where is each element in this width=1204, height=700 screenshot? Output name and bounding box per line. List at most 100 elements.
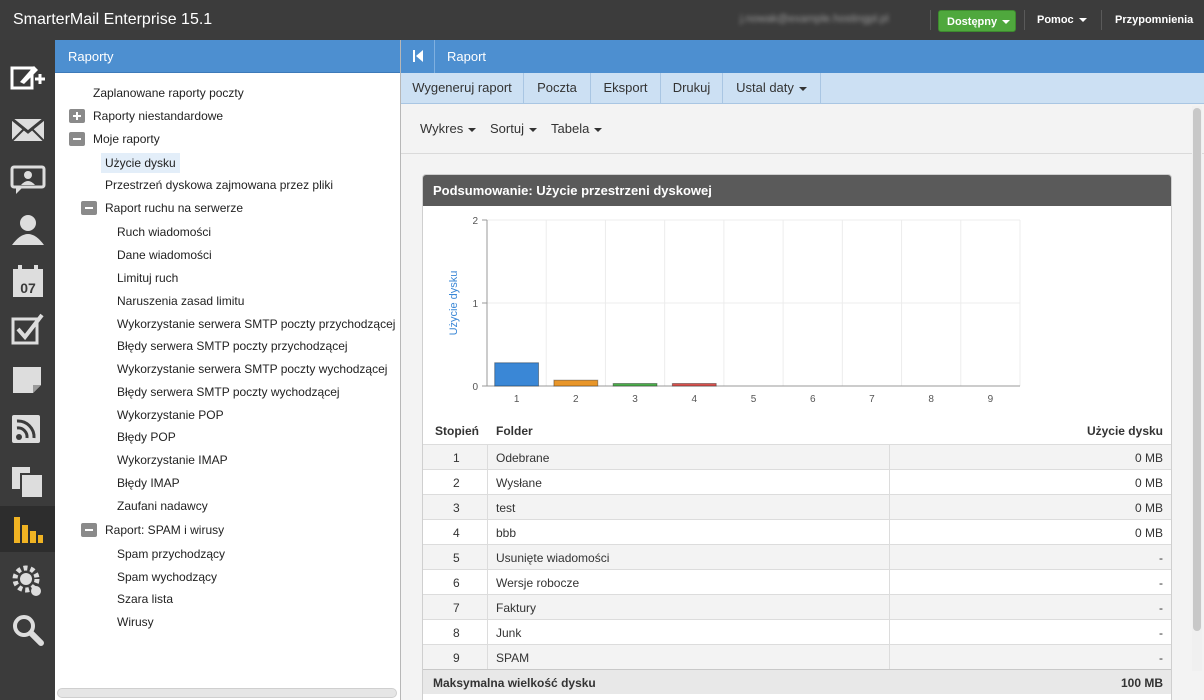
tree-item[interactable]: Wykorzystanie IMAP <box>117 450 228 470</box>
x-tick-label: 1 <box>514 394 520 405</box>
chevron-down-icon <box>528 127 537 132</box>
table-row[interactable]: 7 Faktury - <box>423 594 1171 619</box>
cell-divider <box>487 445 488 469</box>
contacts-icon[interactable] <box>0 206 55 252</box>
tree-item[interactable]: Błędy serwera SMTP poczty przychodzącej <box>117 336 348 356</box>
table-row[interactable]: 5 Usunięte wiadomości - <box>423 544 1171 569</box>
table-row[interactable]: 6 Wersje robocze - <box>423 569 1171 594</box>
cell-divider <box>487 470 488 494</box>
tree-item[interactable]: Wykorzystanie serwera SMTP poczty przych… <box>117 314 395 334</box>
table-row[interactable]: 3 test 0 MB <box>423 494 1171 519</box>
table-row[interactable]: 2 Wysłane 0 MB <box>423 469 1171 494</box>
tree-item-my-reports[interactable]: Moje raporty <box>93 129 160 149</box>
tree-item[interactable]: Limituj ruch <box>117 268 178 288</box>
tree-item[interactable]: Ruch wiadomości <box>117 222 211 242</box>
collapse-icon[interactable] <box>81 201 97 215</box>
sort-dropdown[interactable]: Sortuj <box>490 121 537 136</box>
usage-cell: - <box>1159 601 1163 615</box>
top-bar: SmarterMail Enterprise 15.1 j.nowak@exam… <box>0 0 1204 40</box>
calendar-icon[interactable]: 07 <box>0 256 55 302</box>
table-row[interactable]: 4 bbb 0 MB <box>423 519 1171 544</box>
rank-cell: 1 <box>453 451 460 465</box>
rank-cell: 7 <box>453 601 460 615</box>
table-row[interactable]: 8 Junk - <box>423 619 1171 644</box>
tree-item-server-traffic[interactable]: Raport ruchu na serwerze <box>105 198 243 218</box>
folder-cell: Wysłane <box>496 476 542 490</box>
main-header: Raport <box>401 40 1204 73</box>
set-dates-dropdown[interactable]: Ustal daty <box>723 73 821 103</box>
notes-icon[interactable] <box>0 356 55 402</box>
mail-button[interactable]: Poczta <box>524 73 591 103</box>
mail-icon[interactable] <box>0 106 55 152</box>
cell-divider <box>889 595 890 619</box>
export-button[interactable]: Eksport <box>591 73 661 103</box>
tree-item[interactable]: Dane wiadomości <box>117 245 212 265</box>
cell-divider <box>487 645 488 669</box>
col-folder[interactable]: Folder <box>496 424 533 438</box>
table-header: Stopień Folder Użycie dysku <box>423 419 1171 444</box>
tree-item-disk-usage[interactable]: Użycie dysku <box>101 153 180 173</box>
cell-divider <box>487 595 488 619</box>
tree-item[interactable]: Wirusy <box>117 612 154 632</box>
tree-item[interactable]: Zaufani nadawcy <box>117 496 208 516</box>
usage-cell: - <box>1159 551 1163 565</box>
icon-bar-footer <box>0 658 55 700</box>
tree-item[interactable]: Błędy POP <box>117 427 176 447</box>
folder-cell: test <box>496 501 516 515</box>
rank-cell: 8 <box>453 626 460 640</box>
vertical-scrollbar[interactable] <box>1192 106 1202 671</box>
rss-icon[interactable] <box>0 406 55 452</box>
tree-item[interactable]: Spam wychodzący <box>117 567 217 587</box>
search-icon[interactable] <box>0 606 55 652</box>
tree-item-file-storage[interactable]: Przestrzeń dyskowa zajmowana przez pliki <box>105 175 333 195</box>
col-rank[interactable]: Stopień <box>435 424 479 438</box>
divider <box>1024 10 1025 30</box>
tree-item[interactable]: Naruszenia zasad limitu <box>117 291 244 311</box>
help-menu[interactable]: Pomoc <box>1037 14 1087 26</box>
reminders-link[interactable]: Przypomnienia <box>1115 14 1193 26</box>
col-disk-usage[interactable]: Użycie dysku <box>1087 424 1163 438</box>
generate-report-button[interactable]: Wygeneruj raport <box>401 73 524 103</box>
horizontal-scrollbar[interactable] <box>57 688 397 698</box>
cell-divider <box>889 645 890 669</box>
reports-icon[interactable] <box>0 506 55 552</box>
tree-item[interactable]: Szara lista <box>117 589 173 609</box>
tree-item[interactable]: Wykorzystanie POP <box>117 405 224 425</box>
chat-icon[interactable] <box>0 156 55 202</box>
tree-item[interactable]: Wykorzystanie serwera SMTP poczty wychod… <box>117 359 387 379</box>
table-row[interactable]: 1 Odebrane 0 MB <box>423 444 1171 469</box>
status-dropdown[interactable]: Dostępny <box>938 10 1016 32</box>
usage-table: Stopień Folder Użycie dysku 1 Odebrane 0 M… <box>423 419 1171 694</box>
scrollbar-thumb[interactable] <box>1193 108 1201 631</box>
divider <box>930 10 931 30</box>
x-tick-label: 6 <box>810 394 816 405</box>
tree-item[interactable]: Błędy IMAP <box>117 473 180 493</box>
expand-icon[interactable] <box>69 109 85 123</box>
tree-item-custom-reports[interactable]: Raporty niestandardowe <box>93 106 223 126</box>
collapse-icon[interactable] <box>81 523 97 537</box>
app-icon-bar: 07 <box>0 40 55 658</box>
folder-cell: Junk <box>496 626 522 640</box>
print-button[interactable]: Drukuj <box>661 73 723 103</box>
folder-cell: bbb <box>496 526 517 540</box>
tree-item-scheduled-reports[interactable]: Zaplanowane raporty poczty <box>93 83 244 103</box>
user-email[interactable]: j.nowak@example.hostingpl.pl <box>740 13 889 25</box>
tree-item[interactable]: Spam przychodzący <box>117 544 225 564</box>
tasks-icon[interactable] <box>0 306 55 352</box>
collapse-panel-button[interactable] <box>401 40 435 73</box>
cell-divider <box>889 495 890 519</box>
table-dropdown[interactable]: Tabela <box>551 121 603 136</box>
table-row[interactable]: 9 SPAM - <box>423 644 1171 669</box>
disk-usage-chart: 0 1 2 Użycie dysku 1 2 3 4 5 6 7 8 9 <box>448 216 1021 405</box>
tree-item[interactable]: Błędy serwera SMTP poczty wychodzącej <box>117 382 340 402</box>
usage-cell: 0 MB <box>1134 501 1163 515</box>
view-options: Wykres Sortuj Tabela <box>401 104 1204 154</box>
chevron-down-icon <box>468 127 477 132</box>
chart-dropdown[interactable]: Wykres <box>420 121 477 136</box>
settings-icon[interactable] <box>0 556 55 602</box>
compose-icon[interactable] <box>0 55 55 101</box>
tree-item-spam-viruses[interactable]: Raport: SPAM i wirusy <box>105 520 224 540</box>
files-icon[interactable] <box>0 456 55 502</box>
usage-cell: 0 MB <box>1134 451 1163 465</box>
collapse-icon[interactable] <box>69 132 85 146</box>
